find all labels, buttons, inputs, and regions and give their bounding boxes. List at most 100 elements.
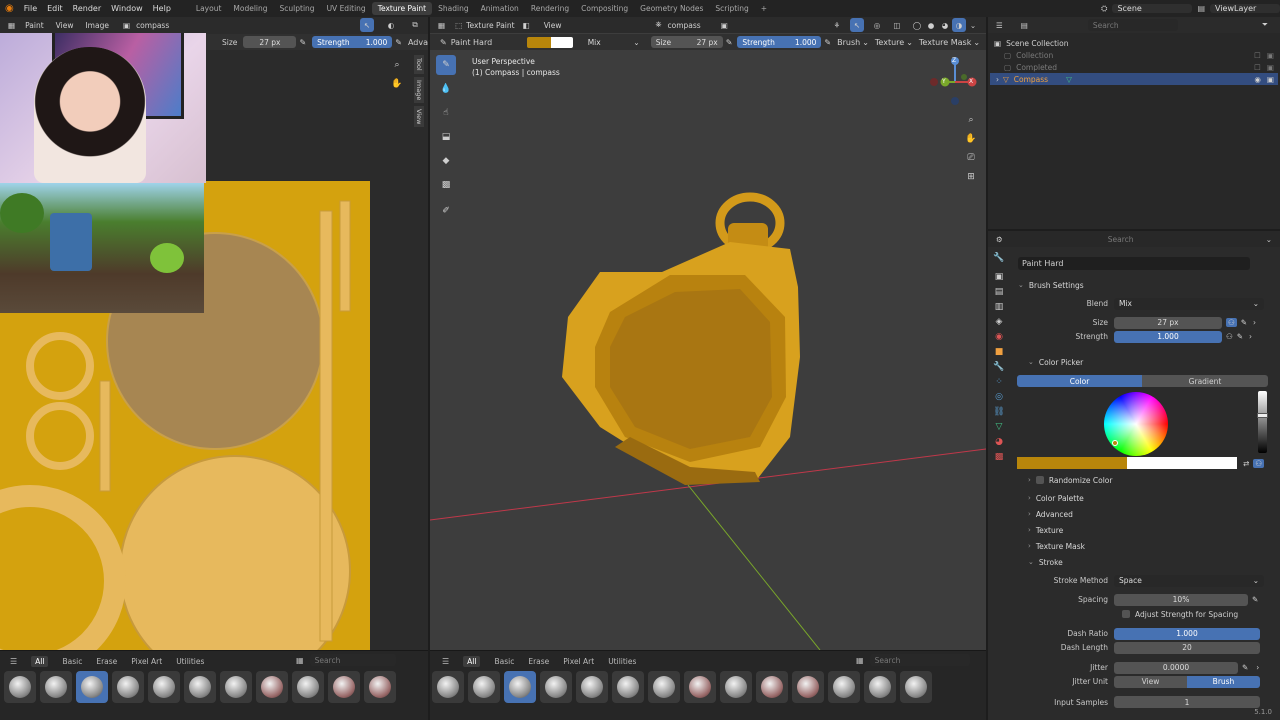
color-unit-icon[interactable]: ⚇ bbox=[1253, 458, 1265, 468]
pressure-strength-icon[interactable]: ✎ bbox=[1237, 332, 1243, 341]
brush-thumb[interactable] bbox=[220, 671, 252, 703]
add-workspace-button[interactable]: + bbox=[755, 2, 773, 15]
workspace-tab-geometry-nodes[interactable]: Geometry Nodes bbox=[634, 2, 709, 15]
strength-unit-icon[interactable]: ⚇ bbox=[1226, 332, 1233, 341]
visibility-icon[interactable]: ⚘ bbox=[830, 18, 844, 32]
strength-field[interactable]: Strength 1.000 bbox=[312, 36, 393, 48]
primary-color-swatch[interactable] bbox=[526, 36, 551, 48]
smear-icon[interactable]: ☝ bbox=[436, 103, 456, 123]
brush-thumb[interactable] bbox=[648, 671, 680, 703]
view-layer-tab-icon[interactable]: ▥ bbox=[995, 302, 1004, 312]
scene-tab-icon[interactable]: ◈ bbox=[996, 317, 1003, 327]
primary-color-swatch[interactable] bbox=[1017, 457, 1127, 469]
brush-thumb-selected[interactable] bbox=[504, 671, 536, 703]
material-tab-icon[interactable]: ◕ bbox=[995, 437, 1003, 447]
scene-selector[interactable]: Scene bbox=[1112, 4, 1193, 13]
brush-thumb[interactable] bbox=[292, 671, 324, 703]
shelf-menu-icon[interactable]: ☰ bbox=[442, 657, 449, 666]
view-menu[interactable]: View bbox=[544, 21, 562, 30]
strength-field[interactable]: Strength 1.000 bbox=[737, 36, 822, 48]
workspace-tab-layout[interactable]: Layout bbox=[190, 2, 228, 15]
fill-icon[interactable]: ◆ bbox=[436, 151, 456, 171]
jitter-field[interactable]: 0.0000 bbox=[1114, 661, 1238, 674]
clone-icon[interactable]: ⬓ bbox=[436, 127, 456, 147]
editor-type-icon[interactable]: ▦ bbox=[8, 21, 15, 30]
camera-icon[interactable]: ▣ bbox=[1267, 63, 1274, 72]
camera-icon[interactable]: ▣ bbox=[1267, 51, 1274, 60]
editor-type-icon[interactable]: ▦ bbox=[438, 21, 445, 30]
blend-dropdown[interactable]: Mix ⌄ bbox=[582, 36, 645, 48]
particles-tab-icon[interactable]: ⁘ bbox=[995, 377, 1003, 387]
brush-thumb-erase[interactable] bbox=[328, 671, 360, 703]
brush-thumb[interactable] bbox=[900, 671, 932, 703]
workspace-tab-compositing[interactable]: Compositing bbox=[575, 2, 634, 15]
mask-toggle-icon[interactable]: ◧ bbox=[523, 21, 530, 30]
dash-ratio-field[interactable]: 1.000 bbox=[1114, 627, 1260, 640]
size-field[interactable]: 27 px bbox=[1114, 316, 1222, 329]
texture-section[interactable]: › Texture bbox=[1028, 524, 1268, 536]
brush-thumb[interactable] bbox=[432, 671, 464, 703]
view-menu[interactable]: View bbox=[56, 21, 74, 30]
brush-thumb[interactable] bbox=[828, 671, 860, 703]
color-tab[interactable]: Color bbox=[1017, 375, 1142, 387]
jitter-unit-view[interactable]: View bbox=[1114, 675, 1187, 688]
menu-help[interactable]: Help bbox=[148, 4, 176, 13]
active-object-dropdown[interactable]: compass bbox=[668, 21, 701, 30]
jitter-unit-brush[interactable]: Brush bbox=[1187, 675, 1260, 688]
output-tab-icon[interactable]: ▤ bbox=[995, 287, 1004, 297]
solid-shading-icon[interactable]: ● bbox=[924, 18, 938, 32]
texture-mask-menu[interactable]: Texture Mask bbox=[919, 38, 971, 47]
blur-icon[interactable]: 💧 bbox=[436, 79, 456, 99]
swap-colors-icon[interactable]: ⇄ bbox=[1243, 459, 1249, 468]
shading-options-icon[interactable]: ⌄ bbox=[966, 18, 980, 32]
brush-thumb-erase[interactable] bbox=[792, 671, 824, 703]
brush-thumb-erase[interactable] bbox=[756, 671, 788, 703]
display-channels-icon[interactable]: ⧉ bbox=[408, 18, 422, 32]
shelf-menu-icon[interactable]: ☰ bbox=[10, 657, 17, 666]
gradient-tab[interactable]: Gradient bbox=[1142, 375, 1268, 387]
shelf-tab-pixel-art[interactable]: Pixel Art bbox=[131, 657, 162, 666]
expand-arrow-icon[interactable]: › bbox=[996, 75, 999, 84]
camera-icon[interactable]: ▣ bbox=[1267, 75, 1274, 84]
secondary-color-swatch[interactable] bbox=[550, 36, 573, 48]
object-data-icon[interactable]: ▣ bbox=[721, 21, 728, 30]
pointer-icon[interactable]: ↖ bbox=[360, 18, 374, 32]
radius-unit-icon[interactable]: ⚇ bbox=[1226, 318, 1237, 327]
brush-thumb[interactable] bbox=[576, 671, 608, 703]
material-shading-icon[interactable]: ◕ bbox=[938, 18, 952, 32]
3d-viewport[interactable]: ▦ ⬚ Texture Paint ◧ View ⛯ compass ▣ ⚘ ↖… bbox=[430, 17, 986, 650]
blender-logo-icon[interactable]: ◉ bbox=[0, 3, 19, 14]
spacing-field[interactable]: 10% bbox=[1114, 593, 1248, 606]
workspace-tab-scripting[interactable]: Scripting bbox=[709, 2, 754, 15]
brush-thumb[interactable] bbox=[148, 671, 180, 703]
tab-view[interactable]: View bbox=[414, 106, 424, 128]
overlays-icon[interactable]: ◎ bbox=[870, 18, 884, 32]
shelf-search-input[interactable]: Search bbox=[869, 654, 970, 666]
dash-length-field[interactable]: 20 bbox=[1114, 641, 1260, 654]
shelf-tab-basic[interactable]: Basic bbox=[62, 657, 82, 666]
outliner-item-completed[interactable]: ▢ Completed ☐ ▣ bbox=[1004, 61, 1274, 73]
outliner-item-compass[interactable]: › ▽ Compass ▽ ◉ ▣ bbox=[990, 73, 1278, 85]
chevron-down-icon[interactable]: ⌄ bbox=[1266, 235, 1272, 244]
menu-window[interactable]: Window bbox=[106, 4, 148, 13]
shelf-search-input[interactable]: Search bbox=[309, 654, 396, 666]
xray-icon[interactable]: ◫ bbox=[890, 18, 904, 32]
outliner-root-row[interactable]: ▣ Scene Collection bbox=[994, 37, 1274, 49]
outliner-item-collection[interactable]: ▢ Collection ☐ ▣ bbox=[1004, 49, 1274, 61]
shelf-tab-basic[interactable]: Basic bbox=[494, 657, 514, 666]
stroke-section[interactable]: ⌄ Stroke bbox=[1028, 556, 1268, 568]
zoom-icon[interactable]: ⌕ bbox=[964, 113, 978, 127]
size-field[interactable]: Size 27 px bbox=[650, 36, 723, 48]
pressure-size-icon[interactable]: ✎ bbox=[299, 38, 306, 47]
brush-dropdown[interactable]: Paint Hard bbox=[451, 38, 523, 47]
brush-name-field[interactable]: Paint Hard bbox=[1018, 257, 1250, 270]
pan-hand-icon[interactable]: ✋ bbox=[964, 132, 978, 146]
pan-hand-icon[interactable]: ✋ bbox=[390, 77, 404, 91]
display-mode-icon[interactable]: ▤ bbox=[1021, 21, 1028, 30]
pressure-spacing-icon[interactable]: ✎ bbox=[1252, 595, 1258, 604]
chevron-right-icon[interactable]: › bbox=[1256, 663, 1259, 672]
randomize-color-row[interactable]: › Randomize Color bbox=[1028, 474, 1268, 486]
brush-settings-header[interactable]: ⌄ Brush Settings bbox=[1018, 279, 1268, 291]
pressure-strength-icon[interactable]: ✎ bbox=[824, 38, 831, 47]
tab-image[interactable]: Image bbox=[414, 76, 424, 103]
